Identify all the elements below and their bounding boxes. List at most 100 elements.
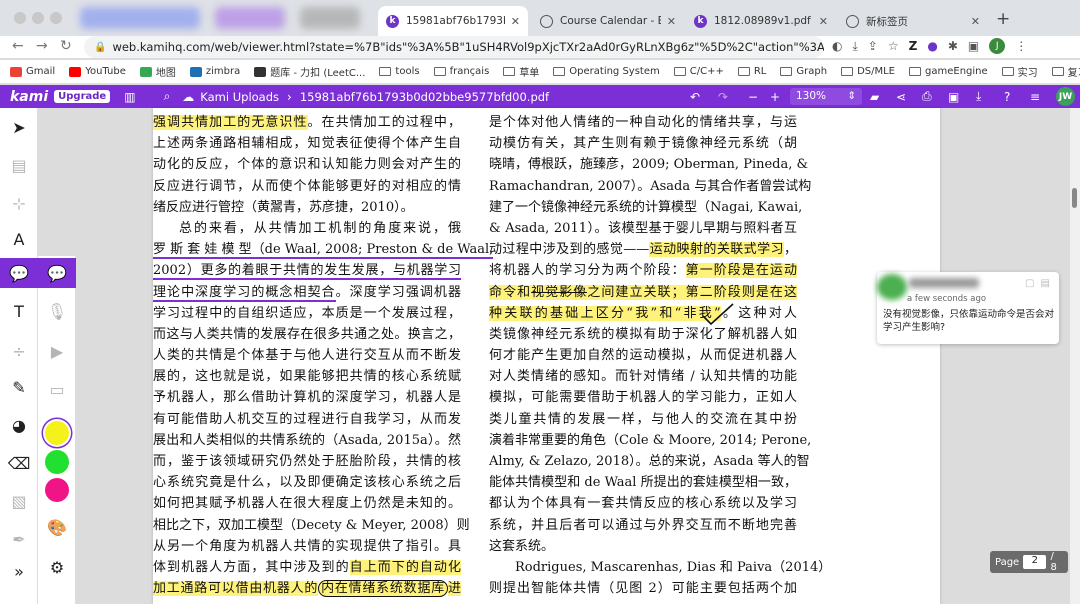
sidepanel-icon[interactable]: ▣ [968, 39, 979, 53]
dictionary-tool-icon[interactable]: ⊹ [0, 188, 38, 218]
bookmark-item[interactable]: Operating System [553, 66, 660, 77]
share-icon[interactable]: ⋖ [896, 90, 906, 104]
voice-comment-icon[interactable]: 🎙 [38, 296, 76, 326]
highlight-tool-icon[interactable]: A [0, 224, 38, 254]
window-minimize-button[interactable] [32, 12, 44, 24]
breadcrumb-file[interactable]: 15981abf76b1793b0d02bbe9577bfd00.pdf [300, 90, 549, 104]
save-icon[interactable]: ▣ [948, 90, 959, 104]
kami-toolbar: kami Upgrade ▥ ⌕ ☁ Kami Uploads › 15981a… [0, 85, 1080, 108]
tab-kami-active[interactable]: k 15981abf76b1793b0d0 ✕ [378, 6, 528, 36]
bookmark-item[interactable]: 题库 - 力扣 (LeetC... [254, 64, 365, 79]
select-tool-icon[interactable]: ➤ [0, 112, 38, 142]
bookmark-item[interactable]: gameEngine [909, 66, 988, 77]
tab-pdf[interactable]: k 1812.08989v1.pdf ✕ [686, 6, 836, 36]
share-icon[interactable]: ⇪ [868, 39, 878, 53]
scrollbar[interactable] [1070, 108, 1080, 604]
bookmark-item[interactable]: YouTube [69, 66, 126, 77]
bookmark-item[interactable]: Gmail [10, 66, 55, 77]
profile-avatar[interactable]: J [989, 38, 1006, 54]
close-icon[interactable]: ✕ [667, 15, 676, 28]
drawing-tool-icon[interactable]: ✎ [0, 372, 38, 402]
reply-icon[interactable]: ▢ [1025, 278, 1034, 289]
equation-tool-icon[interactable]: ÷ [0, 336, 38, 366]
upgrade-button[interactable]: Upgrade [54, 90, 111, 103]
color-swatch-pink[interactable] [45, 478, 69, 502]
close-icon[interactable]: ✕ [819, 15, 828, 28]
folder-icon[interactable]: ▰ [870, 90, 879, 104]
text-line: 都认为个体具有一套共情反应的核心系统以及学习 [489, 493, 797, 514]
back-icon[interactable]: ← [12, 38, 24, 54]
breadcrumb-root[interactable]: Kami Uploads [200, 90, 279, 104]
shapes-tool-icon[interactable]: ◕ [0, 410, 38, 440]
search-icon[interactable]: ⌕ [164, 89, 171, 104]
kami-extension-icon[interactable]: ● [927, 39, 937, 53]
eraser-tool-icon[interactable]: ⌫ [0, 448, 38, 478]
redo-icon[interactable]: ↷ [718, 90, 728, 104]
download-icon[interactable]: ⤓ [976, 89, 981, 104]
tab-course-calendar[interactable]: Course Calendar - EEC ✕ [532, 6, 684, 36]
bookmark-item[interactable]: 地图 [139, 64, 176, 79]
image-tool-icon[interactable]: ▧ [0, 486, 38, 516]
bookmark-item[interactable]: 复习 [1051, 64, 1080, 79]
url-input[interactable]: 🔒 web.kamihq.com/web/viewer.html?state=%… [84, 36, 824, 58]
text-line: 有可能借助人机交互的过程进行自我学习，从而发 [153, 409, 461, 430]
text-tool-icon[interactable]: T [0, 296, 38, 326]
reload-icon[interactable]: ↻ [60, 38, 72, 54]
settings-gear-icon[interactable]: ⚙ [38, 552, 76, 582]
delete-icon[interactable]: ▤ [1040, 278, 1049, 289]
sidebar-toggle-icon[interactable]: ▥ [124, 90, 135, 104]
folder-icon [433, 67, 446, 76]
comment-card[interactable]: ▢ ▤ a few seconds ago 没有视觉影像，只依靠运动命令是否会对… [877, 272, 1059, 344]
bookmark-item[interactable]: 实习 [1001, 64, 1038, 79]
video-comment-icon[interactable]: ▶ [38, 336, 76, 366]
cookie-icon[interactable]: ◐ [832, 39, 842, 53]
folder-icon [1051, 67, 1064, 76]
download-icon[interactable]: ⤓ [852, 39, 857, 54]
zoom-in-icon[interactable]: + [770, 90, 780, 104]
collapse-icon[interactable]: » [0, 556, 38, 586]
undo-icon[interactable]: ↶ [690, 90, 700, 104]
forward-icon[interactable]: → [36, 38, 48, 54]
zoom-select[interactable]: 130% ⇕ [790, 88, 862, 105]
bookmark-item[interactable]: Graph [780, 66, 827, 77]
bookmark-item[interactable]: 草单 [503, 64, 539, 79]
new-tab-button[interactable]: + [996, 9, 1010, 29]
menu-icon[interactable]: ≡ [1030, 90, 1040, 104]
bookmark-item[interactable]: RL [737, 66, 766, 77]
color-swatch-yellow[interactable] [45, 421, 69, 445]
print-icon[interactable]: ⎙ [922, 89, 932, 104]
text-line: 反应进行调节，从而使个体能够更好的对相应的情 [153, 176, 461, 197]
bookmark-item[interactable]: tools [379, 66, 420, 77]
text-line: 是个体对他人情绪的一种自动化的情绪共享，与运 [489, 112, 797, 133]
tab-new-tab-page[interactable]: 新标签页 ✕ [838, 6, 988, 36]
signature-tool-icon[interactable]: ✒ [0, 524, 38, 554]
bookmark-item[interactable]: DS/MLE [841, 66, 895, 77]
zoom-out-icon[interactable]: − [748, 90, 758, 104]
text-comment-icon[interactable]: 💬 [38, 258, 76, 288]
window-close-button[interactable] [14, 12, 26, 24]
bookmark-item[interactable]: français [433, 66, 489, 77]
user-avatar[interactable]: JW [1056, 87, 1075, 106]
menu-icon[interactable]: ⋮ [1015, 39, 1027, 53]
scrollbar-thumb[interactable] [1072, 188, 1077, 208]
close-icon[interactable]: ✕ [511, 15, 520, 28]
text-run: 展的，这也就是说，如果能够把共情的核心系统赋 [153, 369, 461, 385]
star-icon[interactable]: ☆ [888, 39, 899, 53]
text-line: 晓晴，傅根跃，施臻彦，2009; Oberman, Pineda, & [489, 154, 808, 175]
window-zoom-button[interactable] [50, 12, 62, 24]
close-icon[interactable]: ✕ [971, 15, 980, 28]
page-number-input[interactable]: 2 [1023, 555, 1047, 569]
bookmark-item[interactable]: C/C++ [673, 66, 724, 77]
screen-comment-icon[interactable]: ▭ [38, 374, 76, 404]
extension-z-icon[interactable]: Z [909, 39, 918, 53]
palette-icon[interactable]: 🎨 [38, 512, 76, 542]
text-select-tool-icon[interactable]: ▤ [0, 150, 38, 180]
comment-tool-icon[interactable]: 💬 [0, 258, 38, 288]
bookmark-item[interactable]: zimbra [189, 66, 240, 77]
document-viewer[interactable]: 强调共情加工的无意识性。在共情加工的过程中， 上述两条通路相辅相成，知觉表征使得个… [76, 108, 1070, 604]
pdf-page[interactable]: 强调共情加工的无意识性。在共情加工的过程中， 上述两条通路相辅相成，知觉表征使得个… [153, 108, 940, 604]
text-run: Almy, & Zelazo, 2018）。总的来说，Asada 等人的智 [489, 454, 810, 469]
color-swatch-green[interactable] [45, 450, 69, 474]
help-icon[interactable]: ? [1004, 90, 1010, 104]
puzzle-icon[interactable]: ✱ [948, 39, 958, 53]
